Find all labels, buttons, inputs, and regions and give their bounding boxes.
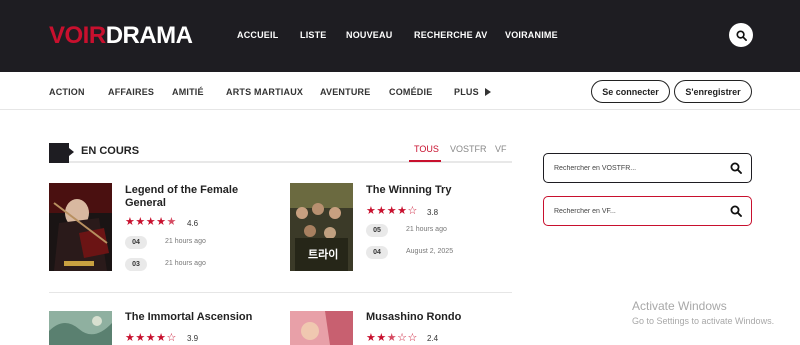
rating-value: 2.4 (427, 334, 439, 343)
tab-tous[interactable]: TOUS (414, 144, 439, 154)
search-vf-input[interactable] (554, 205, 724, 217)
logo-drama: DRAMA (105, 22, 193, 49)
episode-time: 21 hours ago (406, 226, 447, 233)
poster-the-winning-try[interactable]: 트라이 (290, 183, 353, 271)
category-amitie[interactable]: AMITIÉ (172, 87, 204, 97)
category-affaires[interactable]: AFFAIRES (108, 87, 154, 97)
register-button[interactable]: S'enregistrer (674, 80, 752, 103)
section-title: EN COURS (81, 145, 140, 157)
star-rating: ★★★★☆ (366, 205, 418, 217)
drama-title[interactable]: Musashino Rondo (366, 311, 506, 324)
poster-musashino-rondo[interactable] (290, 311, 353, 345)
section-divider-accent (49, 161, 69, 163)
category-action[interactable]: ACTION (49, 87, 85, 97)
nav-liste[interactable]: LISTE (300, 30, 327, 40)
svg-text:트라이: 트라이 (308, 247, 338, 261)
rating-value: 3.9 (187, 334, 199, 343)
activate-windows-title: Activate Windows (632, 299, 727, 313)
category-plus[interactable]: PLUS (454, 87, 491, 97)
drama-title[interactable]: Legend of the Female General (125, 184, 275, 210)
search-icon (735, 29, 747, 41)
search-vf-box (543, 196, 752, 226)
active-tab-indicator (409, 160, 441, 162)
search-icon[interactable] (730, 205, 742, 217)
search-vostfr-box (543, 153, 752, 183)
search-vostfr-input[interactable] (554, 162, 724, 174)
episode-badge[interactable]: 04 (125, 236, 147, 249)
drama-title[interactable]: The Immortal Ascension (125, 311, 275, 324)
category-plus-label: PLUS (454, 87, 479, 97)
nav-voiranime[interactable]: VOIRANIME (505, 30, 558, 40)
tab-vostfr[interactable]: VOSTFR (450, 144, 487, 154)
poster-legend-of-the-female-general[interactable] (49, 183, 112, 271)
section-marker-icon (49, 143, 74, 161)
section-divider (49, 161, 512, 163)
nav-accueil[interactable]: ACCUEIL (237, 30, 278, 40)
episode-time: 21 hours ago (165, 238, 206, 245)
header-search-button[interactable] (729, 23, 753, 47)
rating-value: 4.6 (187, 219, 199, 228)
episode-badge[interactable]: 05 (366, 224, 388, 237)
category-aventure[interactable]: AVENTURE (320, 87, 370, 97)
star-rating: ★★★☆☆ (366, 332, 418, 344)
episode-time: 21 hours ago (165, 260, 206, 267)
star-rating: ★★★★★ (125, 216, 177, 228)
episode-time: August 2, 2025 (406, 248, 454, 255)
star-rating: ★★★★☆ (125, 332, 177, 344)
row-divider (49, 292, 512, 293)
rating-value: 3.8 (427, 208, 439, 217)
site-logo[interactable]: VOIRDRAMA (49, 22, 193, 50)
nav-recherche-av[interactable]: RECHERCHE AV (414, 30, 487, 40)
episode-badge[interactable]: 03 (125, 258, 147, 271)
category-comedie[interactable]: COMÉDIE (389, 87, 432, 97)
logo-voir: VOIR (49, 22, 106, 49)
top-header: VOIRDRAMA ACCUEIL LISTE NOUVEAU RECHERCH… (0, 0, 800, 72)
play-triangle-icon (484, 88, 491, 96)
drama-title[interactable]: The Winning Try (366, 184, 506, 197)
login-button[interactable]: Se connecter (591, 80, 670, 103)
activate-windows-subtitle: Go to Settings to activate Windows. (632, 316, 775, 326)
category-arts-martiaux[interactable]: ARTS MARTIAUX (226, 87, 303, 97)
nav-nouveau[interactable]: NOUVEAU (346, 30, 392, 40)
search-icon[interactable] (730, 162, 742, 174)
episode-badge[interactable]: 04 (366, 246, 388, 259)
poster-the-immortal-ascension[interactable] (49, 311, 112, 345)
tab-vf[interactable]: VF (495, 144, 507, 154)
